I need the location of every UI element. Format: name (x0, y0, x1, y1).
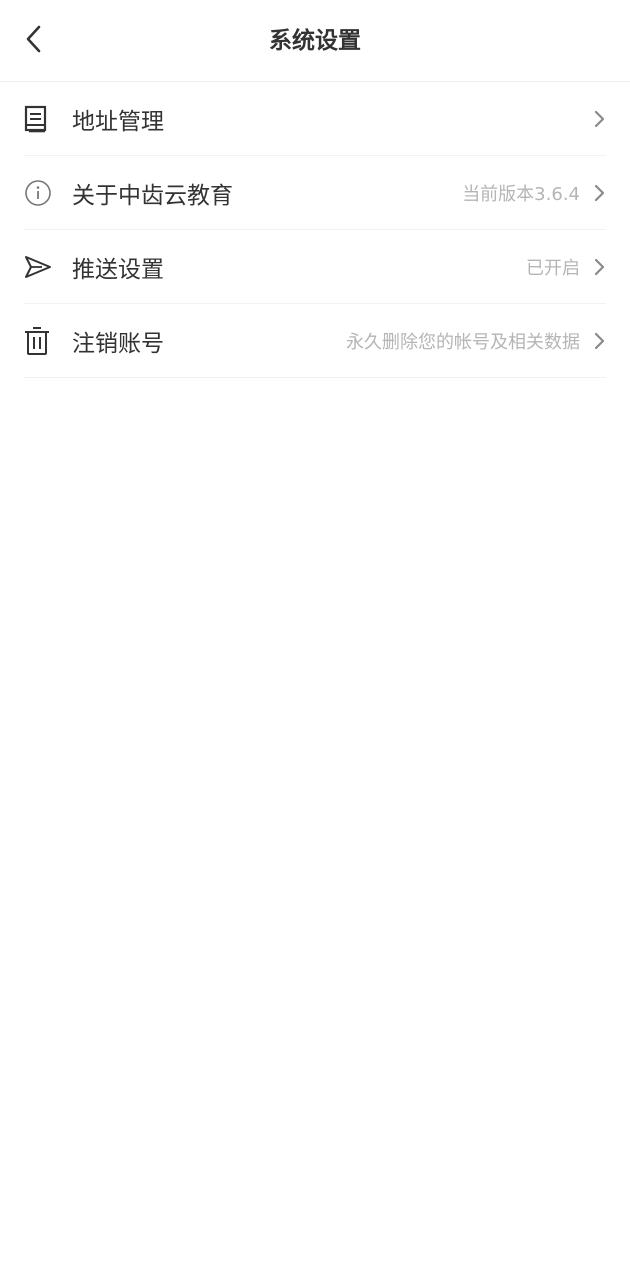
info-icon (24, 178, 52, 208)
settings-item-label: 注销账号 (72, 330, 164, 357)
settings-item-address-management[interactable]: 地址管理 (24, 82, 606, 156)
settings-item-value: 永久删除您的帐号及相关数据 (346, 331, 580, 353)
chevron-right-icon (592, 256, 606, 278)
settings-item-push[interactable]: 推送设置 已开启 (24, 230, 606, 304)
chevron-left-icon (25, 25, 43, 57)
settings-item-value: 当前版本3.6.4 (462, 183, 580, 205)
settings-item-value: 已开启 (526, 257, 580, 279)
settings-item-label: 地址管理 (72, 108, 164, 135)
settings-list: 地址管理 关于中齿云教育 当前版本3.6.4 推送设置 已开启 注销账号 永久删… (0, 82, 630, 378)
back-button[interactable] (14, 20, 54, 62)
navigation-header: 系统设置 (0, 0, 630, 82)
settings-item-label: 推送设置 (72, 256, 164, 283)
chevron-right-icon (592, 108, 606, 130)
trash-icon (24, 326, 52, 356)
chevron-right-icon (592, 182, 606, 204)
chevron-right-icon (592, 330, 606, 352)
settings-item-about[interactable]: 关于中齿云教育 当前版本3.6.4 (24, 156, 606, 230)
page-title: 系统设置 (269, 28, 361, 54)
settings-item-label: 关于中齿云教育 (72, 182, 233, 209)
send-icon (24, 252, 52, 282)
settings-item-delete-account[interactable]: 注销账号 永久删除您的帐号及相关数据 (24, 304, 606, 378)
book-icon (24, 104, 52, 134)
